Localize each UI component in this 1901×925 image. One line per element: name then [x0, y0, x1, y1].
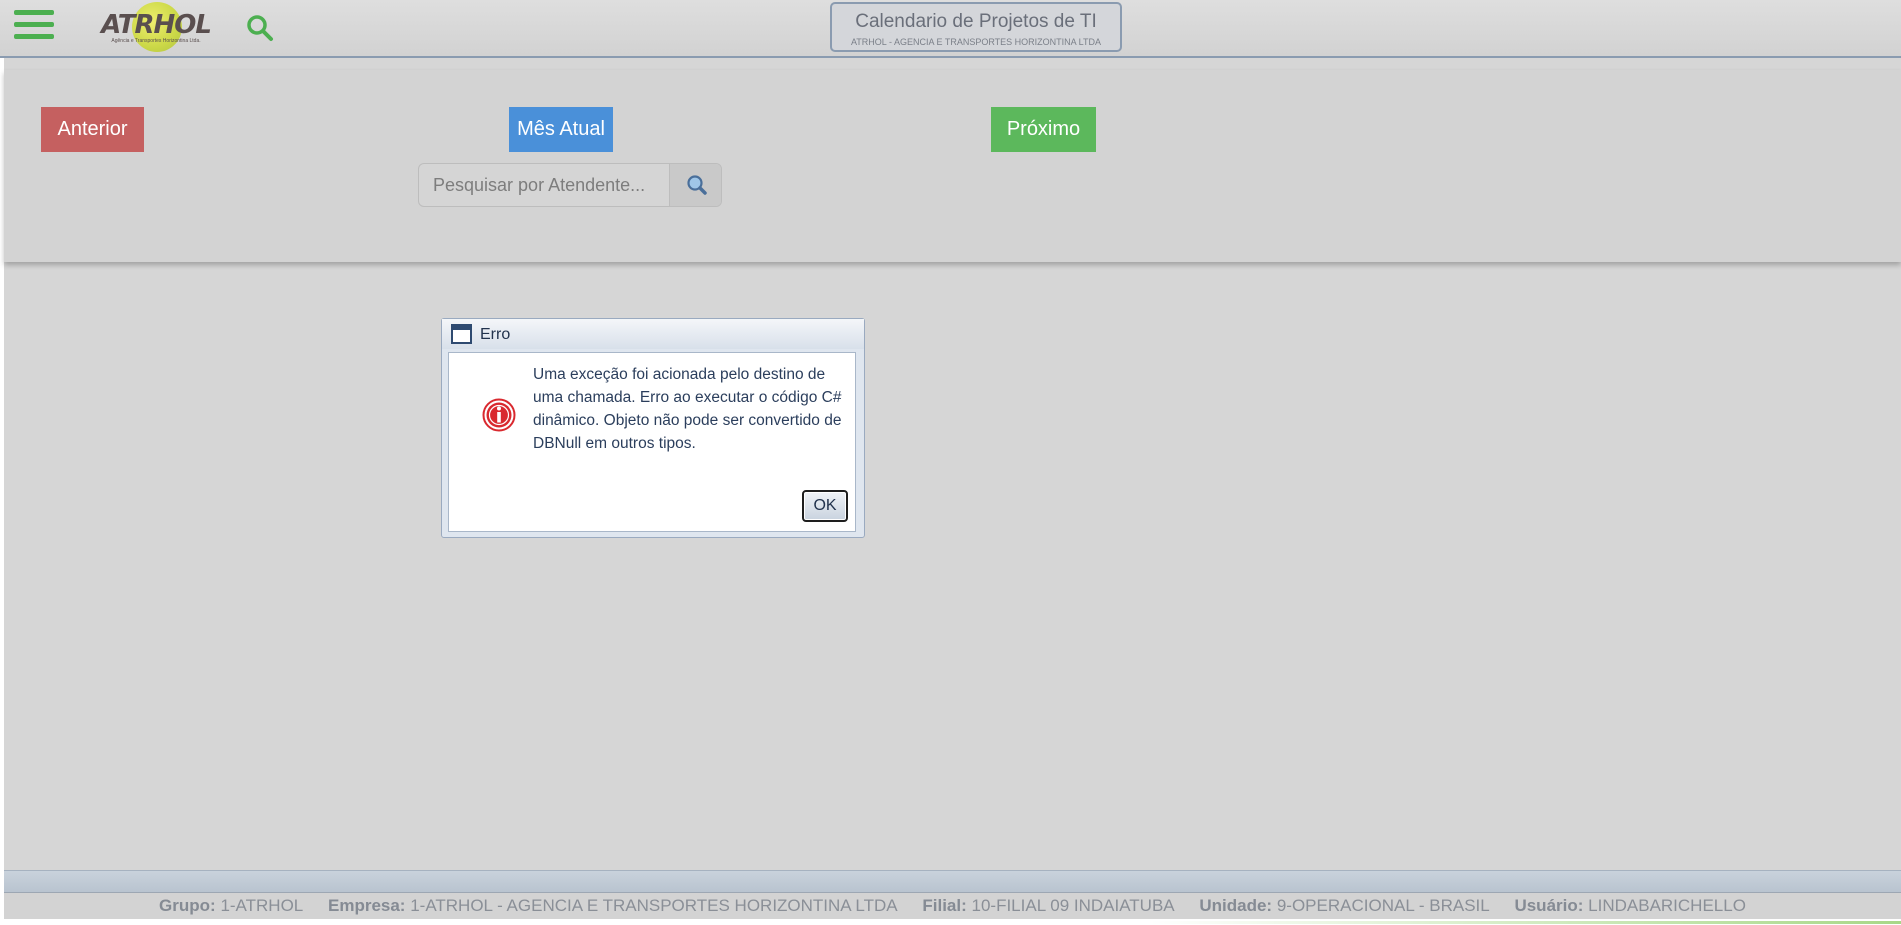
status-grupo-value: 1-ATRHOL: [220, 896, 304, 915]
status-unidade-value: 9-OPERACIONAL - BRASIL: [1276, 896, 1490, 915]
next-month-button[interactable]: Próximo: [991, 107, 1096, 152]
current-month-button[interactable]: Mês Atual: [509, 107, 613, 152]
status-empresa-value: 1-ATRHOL - AGENCIA E TRANSPORTES HORIZON…: [410, 896, 898, 915]
previous-month-button[interactable]: Anterior: [41, 107, 144, 152]
dialog-titlebar[interactable]: Erro: [442, 319, 864, 349]
logo-text: ATRHOL: [101, 10, 212, 40]
attendant-search-button[interactable]: [669, 164, 721, 206]
logo-subtitle: Agência e Transportes Horizontina Ltda.: [111, 38, 201, 44]
status-usuario-label: Usuário:: [1514, 896, 1584, 915]
status-unidade-label: Unidade:: [1199, 896, 1273, 915]
attendant-search-group: [418, 163, 722, 207]
attendant-search-input[interactable]: [419, 164, 669, 206]
page-subtitle: ATRHOL - AGENCIA E TRANSPORTES HORIZONTI…: [850, 37, 1102, 47]
status-grupo-label: Grupo:: [159, 896, 216, 915]
footer-band: [4, 870, 1901, 893]
status-filial: Filial: 10-FILIAL 09 INDAIATUBA: [922, 896, 1174, 915]
status-grupo: Grupo: 1-ATRHOL: [159, 896, 303, 915]
status-usuario-value: LINDABARICHELLO: [1588, 896, 1746, 915]
window-icon: [451, 324, 472, 344]
error-message: Uma exceção foi acionada pelo destino de…: [533, 366, 842, 452]
top-header: ATRHOL Agência e Transportes Horizontina…: [0, 0, 1901, 58]
ok-button[interactable]: OK: [802, 490, 848, 522]
status-filial-label: Filial:: [922, 896, 967, 915]
dialog-title: Erro: [480, 326, 511, 343]
status-empresa: Empresa: 1-ATRHOL - AGENCIA E TRANSPORTE…: [328, 896, 898, 915]
status-empresa-label: Empresa:: [327, 896, 406, 915]
search-icon[interactable]: [244, 12, 276, 44]
hamburger-menu-icon[interactable]: [14, 10, 54, 44]
dialog-body: Uma exceção foi acionada pelo destino de…: [448, 352, 856, 532]
magnifier-icon: [687, 175, 707, 195]
page-title-box: Calendario de Projetos de TI ATRHOL - AG…: [830, 2, 1122, 52]
status-filial-value: 10-FILIAL 09 INDAIATUBA: [971, 896, 1175, 915]
error-dialog: Erro Uma exceção foi acionada pelo desti…: [441, 318, 865, 538]
progress-strip: [1150, 921, 1901, 924]
status-usuario: Usuário: LINDABARICHELLO: [1514, 896, 1745, 915]
status-unidade: Unidade: 9-OPERACIONAL - BRASIL: [1199, 896, 1489, 915]
page-title: Calendario de Projetos de TI: [855, 11, 1097, 32]
company-logo[interactable]: ATRHOL Agência e Transportes Horizontina…: [96, 2, 216, 54]
status-bar: Grupo: 1-ATRHOL Empresa: 1-ATRHOL - AGEN…: [4, 892, 1901, 920]
error-info-icon: [482, 398, 516, 432]
navigation-panel: Anterior Mês Atual Próximo: [4, 70, 1901, 262]
